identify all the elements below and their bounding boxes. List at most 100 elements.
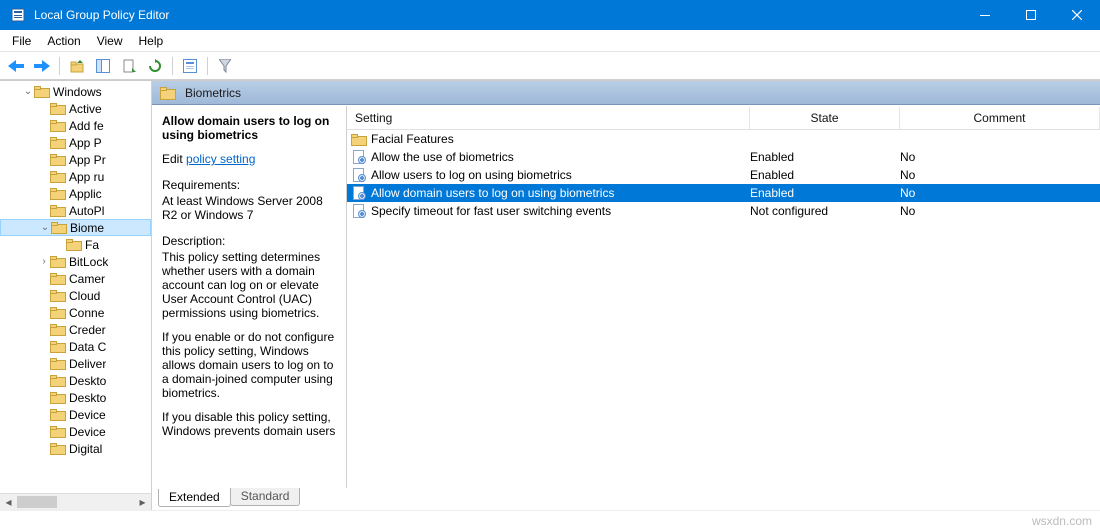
tree-item[interactable]: Deskto [0,389,151,406]
scroll-left-icon[interactable]: ◂ [0,494,17,510]
collapse-icon[interactable]: ⌄ [39,222,51,233]
setting-name: Specify timeout for fast user switching … [371,204,611,218]
menu-file[interactable]: File [4,32,39,50]
tree-item[interactable]: App Pr [0,151,151,168]
policy-icon [351,185,367,201]
main-panel: ⌄ Windows Active Add feApp PApp PrApp ru App… [0,80,1100,510]
settings-item[interactable]: Allow domain users to log on using biome… [347,184,1100,202]
tree-item-label: Applic [69,187,102,201]
settings-subfolder[interactable]: Facial Features [347,130,1100,148]
scroll-thumb[interactable] [17,496,57,508]
col-setting[interactable]: Setting [347,107,750,129]
tree-item[interactable]: Conne [0,304,151,321]
filter-button[interactable] [213,55,237,77]
description-para: This policy setting determines whether u… [162,250,336,320]
tree-item[interactable]: Active [0,100,151,117]
settings-list-pane: Setting State Comment Facial FeaturesAll… [347,106,1100,488]
tree-item[interactable]: ⌄ Windows [0,83,151,100]
tab-standard[interactable]: Standard [230,488,301,506]
tree-item[interactable]: Digital [0,440,151,457]
policy-icon [351,203,367,219]
tree-item[interactable]: Creder [0,321,151,338]
tree-item[interactable]: Deliver [0,355,151,372]
folder-icon [50,119,66,133]
folder-icon [50,306,66,320]
back-button[interactable] [4,55,28,77]
tree-item-label: Add fe [69,119,104,133]
tree-item[interactable]: Applic [0,185,151,202]
watermark: wsxdn.com [1032,514,1092,528]
folder-icon [50,323,66,337]
statusbar: wsxdn.com [0,510,1100,530]
toolbar-sep [172,57,173,75]
tree-item-label: Biome [70,221,104,235]
properties-button[interactable] [178,55,202,77]
tree-item-label: Active [69,102,102,116]
menu-help[interactable]: Help [131,32,172,50]
tree-item[interactable]: Data C [0,338,151,355]
minimize-button[interactable] [962,0,1008,30]
tree-item-label: Cloud [69,289,100,303]
tree-item[interactable]: Add fe [0,117,151,134]
up-button[interactable] [65,55,89,77]
folder-icon [50,102,66,116]
folder-icon [50,170,66,184]
tree-item[interactable]: Fa [0,236,151,253]
tree-item-selected[interactable]: ⌄ Biome [0,219,151,236]
expand-icon[interactable]: › [38,256,50,267]
menu-action[interactable]: Action [39,32,88,50]
scroll-right-icon[interactable]: ▸ [134,494,151,510]
show-hide-tree-button[interactable] [91,55,115,77]
col-state[interactable]: State [750,107,900,129]
menu-view[interactable]: View [89,32,131,50]
setting-name: Allow domain users to log on using biome… [371,186,614,200]
close-button[interactable] [1054,0,1100,30]
category-header: Biometrics [152,81,1100,105]
folder-icon [51,221,67,235]
toolbar [0,52,1100,80]
tree-item-label: Device [69,408,106,422]
tree-horizontal-scrollbar[interactable]: ◂ ▸ [0,493,151,510]
tree-item[interactable]: Cloud [0,287,151,304]
refresh-button[interactable] [143,55,167,77]
edit-policy-link[interactable]: policy setting [186,152,255,166]
list-header: Setting State Comment [347,106,1100,130]
folder-icon [50,153,66,167]
settings-item[interactable]: Allow users to log on using biometricsEn… [347,166,1100,184]
detail-tabs: Extended Standard [152,488,1100,510]
tree-item[interactable]: Deskto [0,372,151,389]
toolbar-sep [207,57,208,75]
edit-prefix: Edit [162,152,186,166]
forward-button[interactable] [30,55,54,77]
tree-item[interactable]: Device [0,423,151,440]
collapse-icon[interactable]: ⌄ [22,86,34,97]
tree-item-label: Fa [85,238,99,252]
folder-icon [50,204,66,218]
tree-item[interactable]: AutoPl [0,202,151,219]
tree-item[interactable]: ›BitLock [0,253,151,270]
export-list-button[interactable] [117,55,141,77]
tree-item[interactable]: Camer [0,270,151,287]
settings-item[interactable]: Allow the use of biometricsEnabledNo [347,148,1100,166]
folder-icon [50,374,66,388]
settings-item[interactable]: Specify timeout for fast user switching … [347,202,1100,220]
folder-icon [50,272,66,286]
tree-item[interactable]: Device [0,406,151,423]
folder-icon [50,136,66,150]
col-comment[interactable]: Comment [900,107,1100,129]
maximize-button[interactable] [1008,0,1054,30]
window-title: Local Group Policy Editor [34,8,962,22]
setting-state: Enabled [750,168,900,182]
tree-item-label: Windows [53,85,102,99]
tree-item[interactable]: App ru [0,168,151,185]
category-title: Biometrics [185,86,241,100]
titlebar: Local Group Policy Editor [0,0,1100,30]
tree-item[interactable]: App P [0,134,151,151]
folder-icon [50,255,66,269]
policy-tree[interactable]: ⌄ Windows Active Add feApp PApp PrApp ru App… [0,81,151,457]
folder-icon [50,391,66,405]
description-para: If you disable this policy setting, Wind… [162,410,336,438]
settings-list[interactable]: Facial FeaturesAllow the use of biometri… [347,130,1100,488]
tab-extended[interactable]: Extended [158,489,231,507]
description-para: If you enable or do not configure this p… [162,330,336,400]
